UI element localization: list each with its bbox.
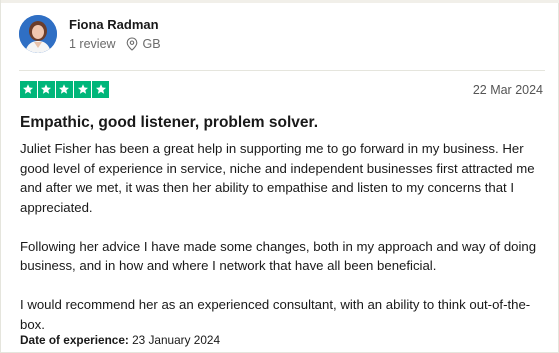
star-icon	[56, 81, 73, 98]
experience-label: Date of experience:	[20, 333, 129, 347]
star-icon	[38, 81, 55, 98]
review-paragraph: I would recommend her as an experienced …	[20, 297, 531, 332]
location-pin-icon	[126, 36, 137, 51]
user-photo-icon	[19, 15, 57, 53]
review-date: 22 Mar 2024	[472, 83, 543, 97]
review-card: Fiona Radman 1 review GB 22 Mar 2024 Emp…	[0, 0, 559, 353]
star-icon	[92, 81, 109, 98]
review-title[interactable]: Empathic, good listener, problem solver.	[20, 114, 318, 132]
reviewer-meta: 1 review GB	[69, 36, 161, 52]
review-paragraph: Juliet Fisher has been a great help in s…	[20, 141, 535, 215]
experience-date: 23 January 2024	[132, 333, 221, 347]
reviewer-header: Fiona Radman 1 review GB	[19, 15, 161, 53]
header-divider	[19, 70, 545, 71]
star-icon	[74, 81, 91, 98]
review-count: 1 review	[69, 36, 116, 51]
review-paragraph: Following her advice I have made some ch…	[20, 238, 537, 274]
reviewer-name[interactable]: Fiona Radman	[69, 17, 161, 33]
card-top-border	[1, 0, 559, 3]
date-of-experience: Date of experience: 23 January 2024	[20, 333, 220, 347]
star-icon	[20, 81, 37, 98]
avatar[interactable]	[19, 15, 57, 53]
star-rating	[20, 81, 110, 98]
review-body: Juliet Fisher has been a great help in s…	[20, 139, 550, 334]
reviewer-info: Fiona Radman 1 review GB	[69, 17, 161, 52]
reviewer-country: GB	[142, 36, 161, 51]
